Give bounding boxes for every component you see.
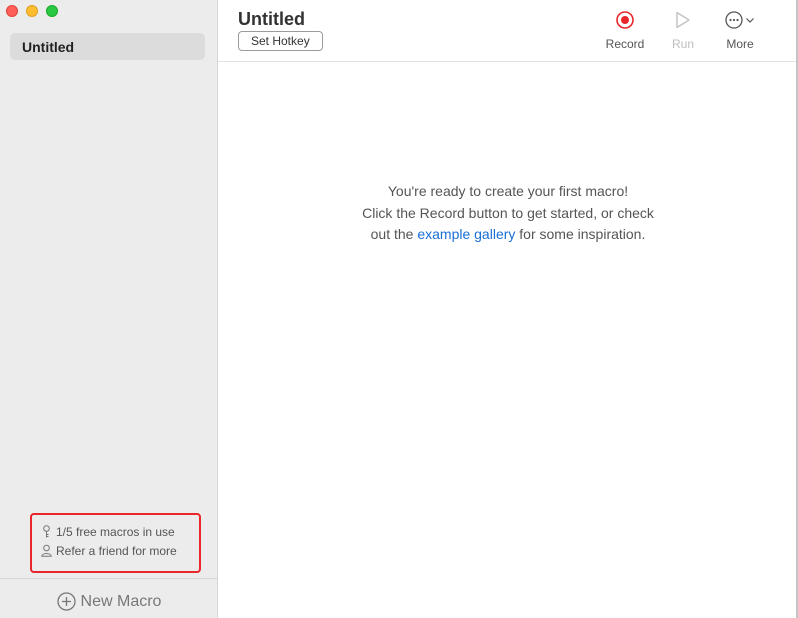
key-icon	[43, 525, 50, 538]
more-label: More	[726, 37, 754, 51]
refer-friend-text[interactable]: Refer a friend for more	[56, 544, 177, 558]
new-macro-button[interactable]: New Macro	[0, 592, 218, 611]
sidebar-item-untitled[interactable]: Untitled	[10, 33, 205, 60]
run-button[interactable]: Run	[663, 10, 703, 51]
page-title: Untitled	[238, 9, 305, 29]
more-menu-button[interactable]: More	[718, 10, 762, 51]
refer-friend-row[interactable]: Refer a friend for more	[41, 541, 199, 560]
toolbar: Untitled Set Hotkey Record Run More	[218, 0, 798, 62]
empty-state-line-3-prefix: out the	[370, 226, 418, 242]
close-window-button[interactable]	[6, 5, 18, 17]
record-button[interactable]: Record	[598, 10, 652, 51]
sidebar-item-label: Untitled	[22, 38, 75, 55]
main-pane: Untitled Set Hotkey Record Run More You'…	[218, 0, 798, 618]
new-macro-label: New Macro	[80, 592, 162, 610]
empty-state-line-3: out the example gallery for some inspira…	[218, 224, 798, 246]
play-icon	[676, 11, 690, 29]
run-label: Run	[671, 37, 694, 51]
usage-panel: 1/5 free macros in use Refer a friend fo…	[30, 513, 201, 573]
record-label: Record	[605, 37, 645, 51]
empty-state-line-1: You're ready to create your first macro!	[387, 183, 629, 199]
sidebar: Untitled 1/5 free macros in use Refer a …	[0, 0, 218, 618]
macros-in-use-row: 1/5 free macros in use	[41, 522, 199, 541]
person-icon	[41, 544, 52, 557]
empty-state-line-3-suffix: for some inspiration.	[515, 226, 646, 242]
chevron-down-icon	[746, 18, 754, 23]
plus-circle-icon	[56, 592, 76, 611]
empty-state-message: You're ready to create your first macro!…	[218, 181, 798, 246]
sidebar-divider	[0, 578, 218, 579]
more-icon	[725, 11, 743, 29]
record-icon	[616, 11, 634, 29]
example-gallery-link[interactable]: example gallery	[417, 226, 515, 242]
empty-state-line-2: Click the Record button to get started, …	[362, 204, 654, 221]
minimize-window-button[interactable]	[26, 5, 38, 17]
app-window: Untitled 1/5 free macros in use Refer a …	[0, 0, 798, 618]
zoom-window-button[interactable]	[46, 5, 58, 17]
set-hotkey-button[interactable]: Set Hotkey	[238, 31, 323, 51]
macros-in-use-text: 1/5 free macros in use	[56, 524, 175, 539]
window-controls	[6, 5, 58, 17]
